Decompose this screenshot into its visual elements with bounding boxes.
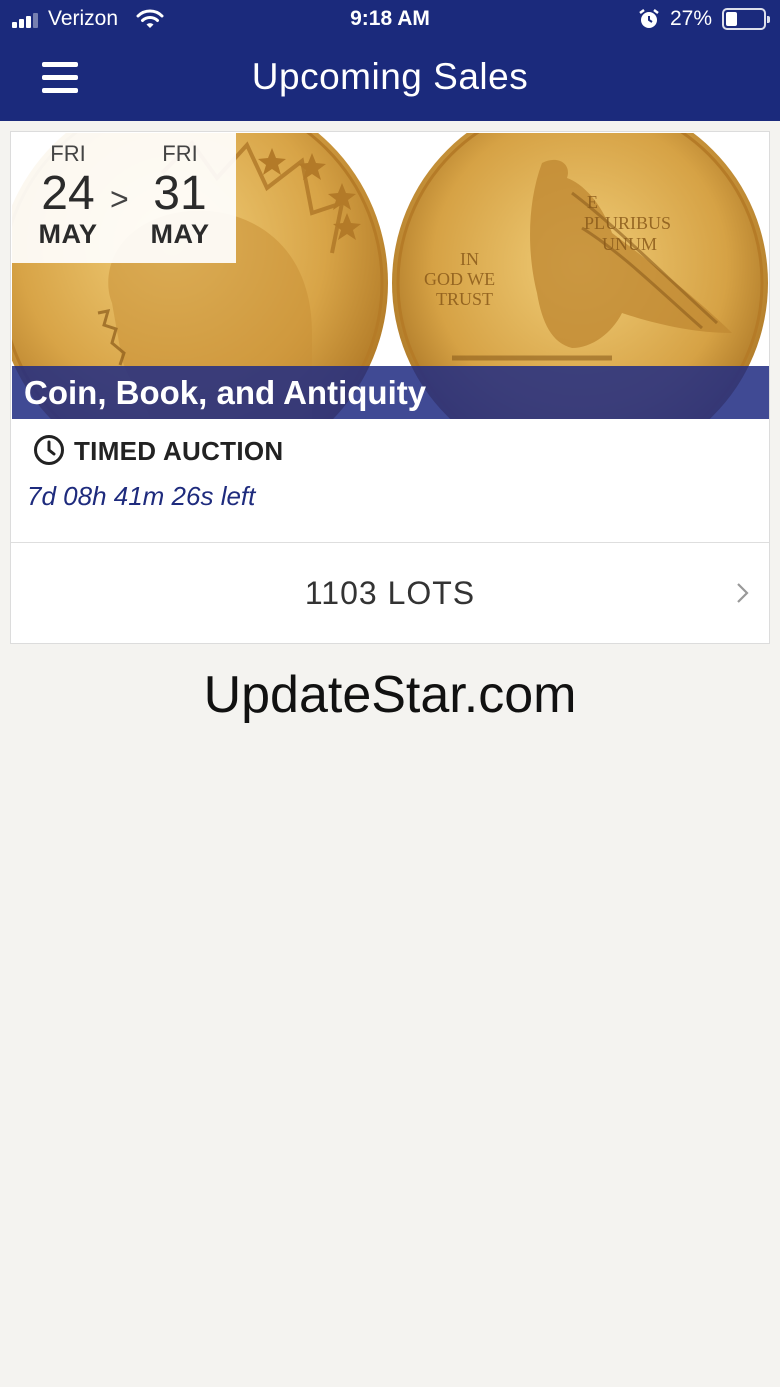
clock-icon <box>34 435 64 465</box>
date-separator: > <box>110 181 129 217</box>
watermark: UpdateStar.com <box>203 666 577 724</box>
svg-text:PLURIBUS: PLURIBUS <box>584 213 671 233</box>
sale-title[interactable]: Coin, Book, and Antiquity <box>12 366 769 419</box>
sale-banner[interactable]: E PLURIBUS UNUM IN GOD WE TRUST FRI 24 M… <box>12 133 769 419</box>
battery-percent: 27% <box>670 7 713 30</box>
start-date: FRI 24 MAY <box>18 141 118 250</box>
lots-button[interactable]: 1103 LOTS <box>11 543 769 643</box>
chevron-right-icon <box>737 583 749 603</box>
status-bar: Verizon 9:18 AM 27% <box>0 0 780 40</box>
alarm-clock-icon <box>639 9 659 28</box>
status-time: 9:18 AM <box>350 7 430 30</box>
time-remaining: 7d 08h 41m 26s left <box>27 481 256 511</box>
svg-text:IN: IN <box>460 249 479 269</box>
page-title: Upcoming Sales <box>251 56 529 97</box>
end-date: FRI 31 MAY <box>130 141 230 250</box>
sale-date-range: FRI 24 MAY > FRI 31 MAY <box>12 133 236 263</box>
auction-type-label: TIMED AUCTION <box>74 436 284 466</box>
start-month: MAY <box>38 219 98 249</box>
lots-count: 1103 LOTS <box>304 575 476 611</box>
end-month: MAY <box>150 219 210 249</box>
svg-text:UNUM: UNUM <box>602 234 657 254</box>
sale-card[interactable]: E PLURIBUS UNUM IN GOD WE TRUST FRI 24 M… <box>10 131 770 644</box>
svg-text:TRUST: TRUST <box>436 289 493 309</box>
start-day: 24 <box>41 167 95 220</box>
battery-icon <box>722 8 770 30</box>
end-day: 31 <box>153 167 207 220</box>
svg-text:GOD WE: GOD WE <box>424 269 495 289</box>
sale-info: TIMED AUCTION 7d 08h 41m 26s left <box>12 420 769 542</box>
start-day-of-week: FRI <box>50 141 86 166</box>
end-day-of-week: FRI <box>162 141 198 166</box>
svg-text:E: E <box>587 192 598 212</box>
top-bar: Verizon 9:18 AM 27% Upcoming Sales <box>0 0 780 121</box>
